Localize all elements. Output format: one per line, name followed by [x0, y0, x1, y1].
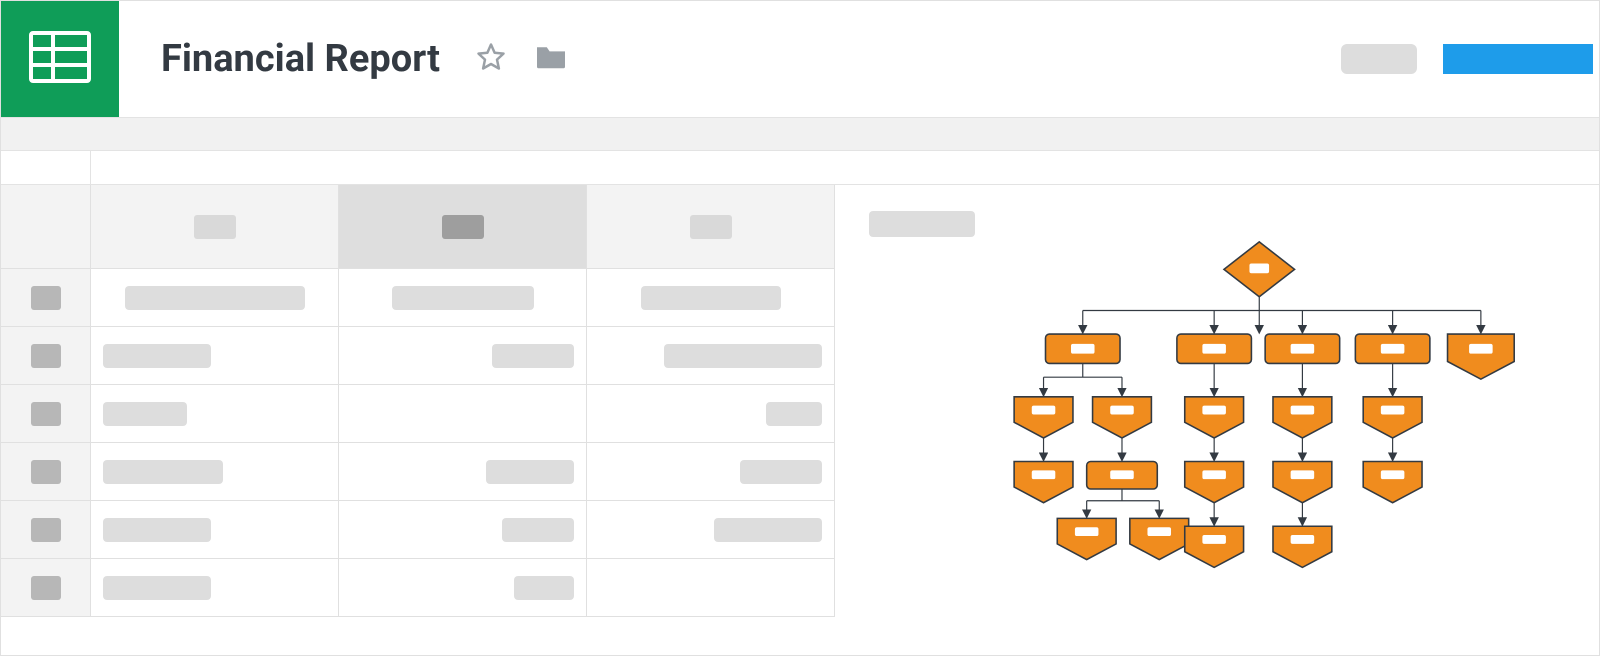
flow-node-b2c2[interactable] — [1185, 462, 1244, 503]
row-header[interactable] — [1, 443, 91, 501]
cell[interactable] — [339, 443, 587, 501]
cell-value-placeholder — [714, 518, 822, 542]
cell-value-placeholder — [103, 518, 211, 542]
flow-node-b5[interactable] — [1448, 334, 1515, 379]
flow-node-b2c1[interactable] — [1185, 397, 1244, 438]
app-launcher-badge[interactable] — [1, 1, 119, 117]
flow-node-b4[interactable] — [1355, 334, 1430, 363]
flow-node-b4c2[interactable] — [1363, 462, 1422, 503]
column-header-A[interactable] — [91, 185, 339, 269]
table-row — [1, 443, 835, 501]
cell-value-placeholder — [641, 286, 781, 310]
cell-value-placeholder — [103, 460, 223, 484]
title-icon-group — [476, 42, 568, 76]
cell[interactable] — [339, 327, 587, 385]
row-header[interactable] — [1, 385, 91, 443]
spreadsheet-grid[interactable] — [1, 185, 835, 655]
row-header[interactable] — [1, 559, 91, 617]
flow-node-b3c3[interactable] — [1273, 526, 1332, 567]
flow-node-b1c1g[interactable] — [1014, 462, 1073, 503]
flow-node-b1gg2[interactable] — [1130, 518, 1189, 559]
cell[interactable] — [339, 269, 587, 327]
flow-node-b3[interactable] — [1265, 334, 1340, 363]
menu-bar[interactable] — [1, 117, 1599, 151]
flow-node-root[interactable] — [1224, 242, 1295, 297]
flow-node-b1[interactable] — [1046, 334, 1121, 363]
column-header-B[interactable] — [339, 185, 587, 269]
cell-value-placeholder — [103, 576, 211, 600]
column-header-C[interactable] — [587, 185, 835, 269]
name-box[interactable] — [1, 151, 91, 184]
row-header[interactable] — [1, 269, 91, 327]
table-row — [1, 501, 835, 559]
cell[interactable] — [91, 559, 339, 617]
cell[interactable] — [587, 443, 835, 501]
flow-node-b1gg1[interactable] — [1057, 518, 1116, 559]
flow-node-b4c1[interactable] — [1363, 397, 1422, 438]
table-row — [1, 385, 835, 443]
column-headers — [1, 185, 835, 269]
cell-value-placeholder — [103, 402, 187, 426]
cell-value-placeholder — [103, 344, 211, 368]
top-button-blue[interactable] — [1443, 44, 1593, 74]
cell-value-placeholder — [740, 460, 822, 484]
select-all-corner[interactable] — [1, 185, 91, 269]
flow-node-b3c2[interactable] — [1273, 462, 1332, 503]
cell[interactable] — [587, 559, 835, 617]
cell-value-placeholder — [664, 344, 822, 368]
cell[interactable] — [587, 501, 835, 559]
topbar: Financial Report — [1, 1, 1599, 117]
cell-value-placeholder — [392, 286, 534, 310]
cell[interactable] — [91, 443, 339, 501]
cell-value-placeholder — [492, 344, 574, 368]
cell[interactable] — [91, 327, 339, 385]
cell[interactable] — [91, 385, 339, 443]
flow-node-b2[interactable] — [1177, 334, 1252, 363]
cell[interactable] — [587, 385, 835, 443]
cell-value-placeholder — [486, 460, 574, 484]
formula-strip — [1, 151, 1599, 185]
cell[interactable] — [587, 327, 835, 385]
cell[interactable] — [339, 501, 587, 559]
table-row — [1, 269, 835, 327]
flow-node-b1c1[interactable] — [1014, 397, 1073, 438]
cell-value-placeholder — [125, 286, 305, 310]
top-button-grey[interactable] — [1341, 44, 1417, 74]
cell-value-placeholder — [502, 518, 574, 542]
cell[interactable] — [91, 501, 339, 559]
flowchart — [869, 185, 1575, 655]
side-panel — [839, 185, 1599, 655]
row-header[interactable] — [1, 327, 91, 385]
folder-icon[interactable] — [534, 43, 568, 75]
flow-node-b3c1[interactable] — [1273, 397, 1332, 438]
cell[interactable] — [339, 559, 587, 617]
cell[interactable] — [339, 385, 587, 443]
table-row — [1, 559, 835, 617]
cell[interactable] — [587, 269, 835, 327]
topbar-right — [1341, 44, 1599, 74]
flow-node-b1c2g-box[interactable] — [1087, 462, 1158, 489]
sheets-icon — [29, 31, 91, 87]
cell-value-placeholder — [514, 576, 574, 600]
flow-node-b2c3[interactable] — [1185, 526, 1244, 567]
flow-node-b1c2[interactable] — [1093, 397, 1152, 438]
document-title[interactable]: Financial Report — [161, 37, 440, 81]
star-outline-icon[interactable] — [476, 42, 506, 76]
cell[interactable] — [91, 269, 339, 327]
formula-bar[interactable] — [91, 151, 1599, 184]
cell-value-placeholder — [766, 402, 822, 426]
table-row — [1, 327, 835, 385]
app-root: Financial Report — [0, 0, 1600, 656]
row-header[interactable] — [1, 501, 91, 559]
